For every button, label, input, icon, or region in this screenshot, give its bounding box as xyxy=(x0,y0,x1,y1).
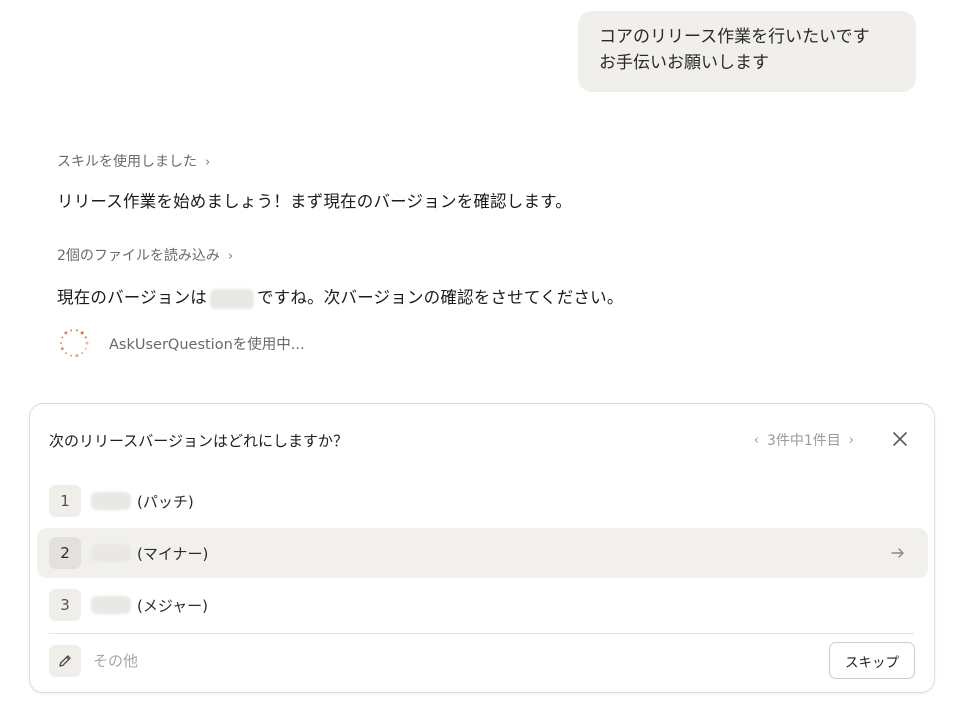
arrow-right-icon xyxy=(891,548,904,558)
tool-status: AskUserQuestionを使用中... xyxy=(58,327,305,359)
option-number: 1 xyxy=(49,485,81,517)
pager-next-icon[interactable]: › xyxy=(841,433,862,448)
skill-used-label: スキルを使用しました xyxy=(57,154,197,170)
option-label: (パッチ) xyxy=(137,492,194,511)
question-title: 次のリリースバージョンはどれにしますか？ xyxy=(49,432,348,450)
pager-prev-icon[interactable]: ‹ xyxy=(746,433,767,448)
other-answer-row: スキップ xyxy=(49,642,915,680)
files-read-link[interactable]: 2個のファイルを読み込み › xyxy=(57,245,233,265)
question-panel: 次のリリースバージョンはどれにしますか？ ‹ 3件中1件目 › 1 (パッチ) … xyxy=(29,403,935,693)
option-3[interactable]: 3 (メジャー) xyxy=(37,580,928,630)
option-1[interactable]: 1 (パッチ) xyxy=(37,476,928,526)
loading-spinner-icon xyxy=(60,329,89,358)
user-message-line-2: お手伝いお願いします xyxy=(599,53,769,73)
redacted-version xyxy=(91,492,131,510)
assistant-message-2-before: 現在のバージョンは xyxy=(57,288,207,307)
user-message-line-1: コアのリリース作業を行いたいです xyxy=(599,27,870,47)
divider xyxy=(49,633,914,634)
skill-used-link[interactable]: スキルを使用しました › xyxy=(57,151,210,171)
option-label: (マイナー) xyxy=(137,544,209,563)
skip-button[interactable]: スキップ xyxy=(829,642,915,679)
assistant-message-2: 現在のバージョンは ですね。次バージョンの確認をさせてください。 xyxy=(57,284,624,309)
tool-status-label: AskUserQuestionを使用中... xyxy=(109,336,305,353)
assistant-message-1: リリース作業を始めましょう！まず現在のバージョンを確認します。 xyxy=(57,192,572,211)
user-message-bubble: コアのリリース作業を行いたいです お手伝いお願いします xyxy=(578,11,916,92)
redacted-version xyxy=(91,596,131,614)
pencil-icon xyxy=(49,645,81,677)
assistant-message-2-after: ですね。次バージョンの確認をさせてください。 xyxy=(256,288,624,307)
option-number: 3 xyxy=(49,589,81,621)
chevron-right-icon: › xyxy=(227,249,234,264)
pager-label: 3件中1件目 xyxy=(766,433,841,449)
files-read-label: 2個のファイルを読み込み xyxy=(57,248,220,264)
question-pager: ‹ 3件中1件目 › xyxy=(746,430,862,450)
redacted-version xyxy=(91,544,131,562)
option-number: 2 xyxy=(49,537,81,569)
close-icon[interactable] xyxy=(891,430,909,448)
chevron-right-icon: › xyxy=(205,155,211,170)
option-label: (メジャー) xyxy=(137,596,208,615)
other-answer-input[interactable] xyxy=(93,652,693,670)
option-2[interactable]: 2 (マイナー) xyxy=(37,528,928,578)
redacted-version xyxy=(209,288,254,309)
